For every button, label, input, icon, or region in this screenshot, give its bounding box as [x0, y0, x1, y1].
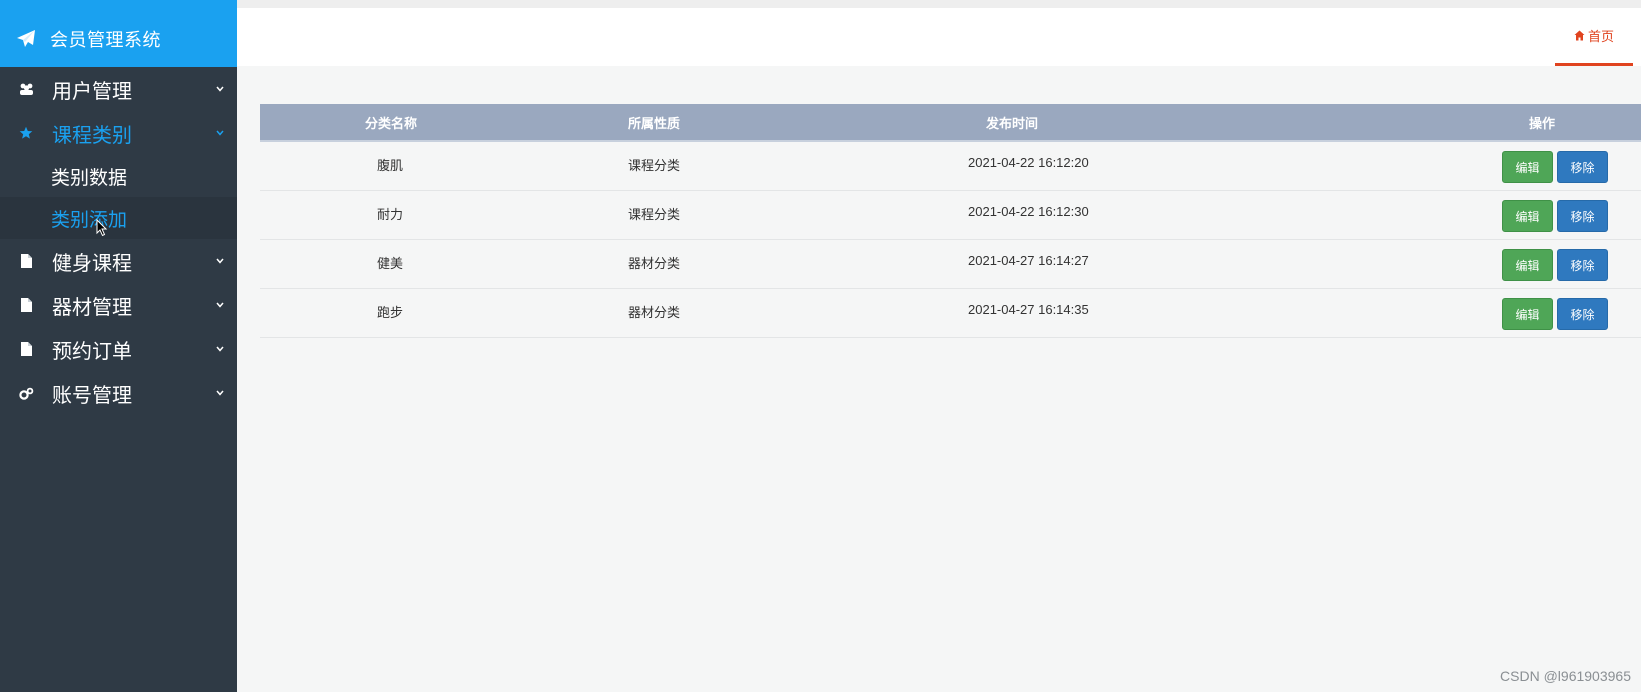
watermark: CSDN @l961903965: [1500, 668, 1631, 684]
cell-time: 2021-04-27 16:14:35: [968, 302, 1089, 317]
sidebar-item-fitness-course[interactable]: 健身课程: [0, 239, 237, 283]
file-icon: [18, 253, 34, 269]
cell-actions: 编辑 移除: [1275, 240, 1641, 281]
cell-actions: 编辑 移除: [1275, 191, 1641, 232]
sidebar: 会员管理系统 用户管理 课程类别 类别数据 类别添加 健身课程 器材管理 预约订…: [0, 0, 237, 692]
top-bar: 首页: [237, 8, 1641, 66]
sidebar-item-label: 账号管理: [52, 384, 132, 407]
column-header-actions: 操作: [1528, 115, 1555, 131]
mouse-cursor-icon: [96, 218, 108, 237]
sidebar-item-label: 预约订单: [52, 340, 132, 363]
sidebar-item-bookings[interactable]: 预约订单: [0, 327, 237, 371]
delete-button[interactable]: 移除: [1557, 298, 1608, 330]
file-icon: [18, 341, 34, 357]
chevron-down-icon: [215, 388, 225, 398]
cell-time: 2021-04-22 16:12:20: [968, 155, 1089, 170]
tab-home-label: 首页: [1587, 29, 1614, 44]
edit-button[interactable]: 编辑: [1502, 249, 1553, 281]
column-header-type: 所属性质: [628, 115, 681, 131]
cell-name: 跑步: [377, 305, 404, 320]
column-header-name: 分类名称: [365, 115, 418, 131]
top-strip: [237, 0, 1641, 8]
edit-button[interactable]: 编辑: [1502, 200, 1553, 232]
submenu-course-category: 类别数据 类别添加: [0, 155, 237, 239]
sidebar-menu: 用户管理 课程类别 类别数据 类别添加 健身课程 器材管理 预约订单 账号管理: [0, 67, 237, 415]
edit-button[interactable]: 编辑: [1502, 298, 1553, 330]
home-icon: [1574, 30, 1585, 41]
sidebar-item-label: 用户管理: [52, 80, 132, 103]
star-icon: [18, 125, 34, 141]
cell-actions: 编辑 移除: [1275, 289, 1641, 330]
delete-button[interactable]: 移除: [1557, 249, 1608, 281]
cell-name: 腹肌: [377, 158, 404, 173]
table-row: 健美 器材分类 2021-04-27 16:14:27 编辑 移除: [260, 240, 1641, 289]
cell-name: 健美: [377, 256, 404, 271]
app-window: 会员管理系统 用户管理 课程类别 类别数据 类别添加 健身课程 器材管理 预约订…: [0, 0, 1641, 692]
column-header-time: 发布时间: [986, 115, 1039, 131]
cell-type: 课程分类: [628, 158, 681, 173]
brand-header[interactable]: 会员管理系统: [0, 0, 237, 67]
cell-type: 器材分类: [628, 305, 681, 320]
tab-home[interactable]: 首页: [1555, 8, 1633, 66]
sidebar-item-course-category[interactable]: 课程类别: [0, 111, 237, 155]
chevron-down-icon: [215, 84, 225, 94]
users-icon: [18, 81, 34, 97]
delete-button[interactable]: 移除: [1557, 200, 1608, 232]
chevron-down-icon: [215, 256, 225, 266]
paper-plane-icon: [16, 29, 36, 49]
gears-icon: [18, 385, 34, 401]
sidebar-item-label: 器材管理: [52, 296, 132, 319]
sidebar-item-equipment[interactable]: 器材管理: [0, 283, 237, 327]
table-row: 耐力 课程分类 2021-04-22 16:12:30 编辑 移除: [260, 191, 1641, 240]
file-icon: [18, 297, 34, 313]
sidebar-item-label: 健身课程: [52, 252, 132, 275]
cell-time: 2021-04-27 16:14:27: [968, 253, 1089, 268]
cell-type: 器材分类: [628, 256, 681, 271]
cell-time: 2021-04-22 16:12:30: [968, 204, 1089, 219]
chevron-down-icon: [215, 300, 225, 310]
delete-button[interactable]: 移除: [1557, 151, 1608, 183]
sidebar-item-users[interactable]: 用户管理: [0, 67, 237, 111]
edit-button[interactable]: 编辑: [1502, 151, 1553, 183]
cell-actions: 编辑 移除: [1275, 142, 1641, 183]
table-header: 分类名称 所属性质 发布时间 操作: [260, 104, 1641, 142]
submenu-container: 类别数据 类别添加: [0, 155, 237, 239]
sidebar-item-label: 课程类别: [52, 124, 132, 147]
category-table: 分类名称 所属性质 发布时间 操作 腹肌 课程分类 2021-04-22 16:…: [260, 104, 1641, 338]
cell-name: 耐力: [377, 207, 404, 222]
submenu-item-category-data[interactable]: 类别数据: [0, 155, 237, 197]
cell-type: 课程分类: [628, 207, 681, 222]
submenu-item-category-add[interactable]: 类别添加: [0, 197, 237, 239]
brand-title: 会员管理系统: [50, 29, 161, 50]
sidebar-item-accounts[interactable]: 账号管理: [0, 371, 237, 415]
main-content: 首页 分类名称 所属性质 发布时间 操作 腹肌 课程分类 2021-04-22 …: [237, 0, 1641, 692]
chevron-down-icon: [215, 128, 225, 138]
chevron-down-icon: [215, 344, 225, 354]
table-row: 跑步 器材分类 2021-04-27 16:14:35 编辑 移除: [260, 289, 1641, 338]
table-row: 腹肌 课程分类 2021-04-22 16:12:20 编辑 移除: [260, 142, 1641, 191]
